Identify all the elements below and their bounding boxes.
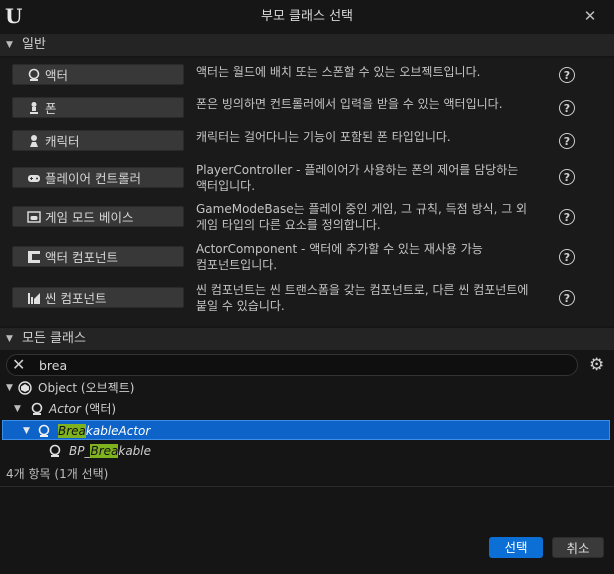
expand-arrow-icon[interactable]: ▼	[14, 399, 21, 419]
collapse-arrow-icon: ▼	[6, 334, 13, 344]
class-button-label: 폰	[45, 101, 57, 116]
actor-sphere-icon	[31, 402, 43, 415]
section-label: 일반	[22, 37, 46, 52]
help-icon[interactable]: ?	[559, 209, 575, 225]
class-description: 액터는 월드에 배치 또는 스폰할 수 있는 오브젝트입니다.	[196, 65, 481, 79]
actor-sphere-icon	[28, 68, 40, 81]
help-icon[interactable]: ?	[559, 133, 575, 149]
class-button-scene-component[interactable]: 씬 컴포넌트	[12, 287, 184, 308]
expand-arrow-icon[interactable]: ▼	[23, 421, 30, 441]
item-count-status: 4개 항목 (1개 선택)	[6, 467, 109, 481]
class-description: 캐릭터는 걸어다니는 기능이 포함된 폰 타입입니다.	[196, 130, 451, 144]
class-description: ActorComponent - 액터에 추가할 수 있는 재사용 가능 컴포넌트…	[196, 242, 483, 272]
help-icon[interactable]: ?	[559, 100, 575, 116]
game-mode-icon	[27, 211, 41, 223]
close-icon[interactable]: ✕	[580, 6, 600, 26]
class-description: GameModeBase는 플레이 중인 게임, 그 규칙, 득점 방식, 그 …	[196, 202, 528, 232]
search-row: ✕ ⚙	[0, 352, 614, 378]
gear-icon[interactable]: ⚙	[589, 355, 604, 375]
section-header-all-classes[interactable]: ▼ 모든 클래스	[0, 328, 614, 350]
help-icon[interactable]: ?	[559, 169, 575, 185]
divider	[0, 486, 614, 487]
help-icon[interactable]: ?	[559, 249, 575, 265]
class-button-label: 씬 컴포넌트	[45, 291, 107, 306]
title-bar: U 부모 클래스 선택 ✕	[0, 0, 614, 34]
class-description: 씬 컴포넌트는 씬 트랜스폼을 갖는 컴포넌트로, 다른 씬 컴포넌트에 붙일 수…	[196, 283, 529, 313]
section-header-general[interactable]: ▼ 일반	[0, 34, 614, 56]
search-input[interactable]	[39, 356, 559, 374]
class-description: PlayerController - 플레이어가 사용하는 폰의 제어를 담당하…	[196, 163, 519, 193]
class-button-label: 게임 모드 베이스	[45, 210, 134, 225]
window-title: 부모 클래스 선택	[261, 9, 353, 24]
class-button-pawn[interactable]: 폰	[12, 97, 184, 118]
class-button-actor-component[interactable]: 액터 컴포넌트	[12, 246, 184, 267]
class-button-label: 액터 컴포넌트	[45, 250, 118, 265]
tree-row-actor[interactable]: ▼ Actor (액터)	[0, 399, 614, 419]
tree-row-breakable-actor[interactable]: ▼ BreakableActor	[2, 420, 610, 440]
character-icon	[30, 135, 38, 147]
class-button-actor[interactable]: 액터	[12, 64, 184, 85]
tree-row-label: BP_Breakable	[69, 444, 152, 458]
component-icon	[28, 251, 40, 263]
tree-row-label: Object (오브젝트)	[38, 381, 135, 395]
class-button-player-controller[interactable]: 플레이어 컨트롤러	[12, 167, 184, 188]
help-icon[interactable]: ?	[559, 290, 575, 306]
cancel-button[interactable]: 취소	[552, 537, 604, 558]
collapse-arrow-icon: ▼	[6, 40, 13, 50]
class-button-label: 캐릭터	[45, 134, 80, 149]
section-label: 모든 클래스	[22, 331, 86, 346]
select-button[interactable]: 선택	[489, 537, 543, 558]
tree-row-label: Actor (액터)	[49, 402, 117, 416]
actor-sphere-icon	[38, 424, 50, 437]
tree-row-bp-breakable[interactable]: BP_Breakable	[0, 441, 614, 461]
object-icon	[18, 381, 32, 395]
help-icon[interactable]: ?	[559, 67, 575, 83]
clear-search-icon[interactable]: ✕	[12, 356, 25, 374]
tree-row-label: BreakableActor	[58, 424, 151, 438]
tree-row-object[interactable]: ▼ Object (오브젝트)	[0, 378, 614, 398]
class-button-label: 플레이어 컨트롤러	[45, 171, 141, 186]
class-description: 폰은 빙의하면 컨트롤러에서 입력을 받을 수 있는 액터입니다.	[196, 97, 503, 111]
search-box: ✕	[6, 354, 578, 376]
class-button-label: 액터	[45, 68, 69, 83]
actor-sphere-icon	[49, 444, 61, 457]
scene-component-icon	[28, 293, 40, 304]
class-button-character[interactable]: 캐릭터	[12, 130, 184, 151]
pawn-icon	[30, 102, 38, 114]
class-button-game-mode-base[interactable]: 게임 모드 베이스	[12, 206, 184, 227]
gamepad-icon	[28, 175, 40, 182]
expand-arrow-icon[interactable]: ▼	[6, 378, 13, 398]
